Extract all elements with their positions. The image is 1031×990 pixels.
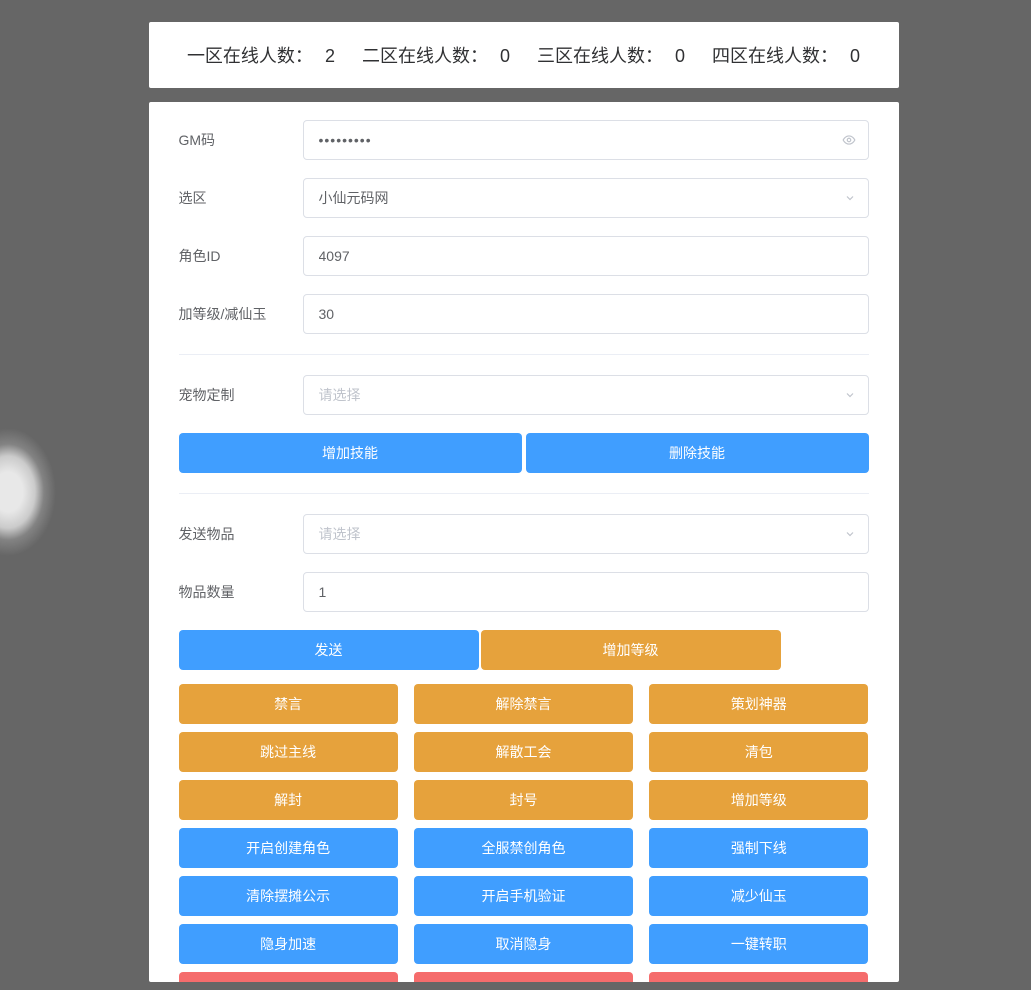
zone3-count: 0 <box>675 46 685 66</box>
gm-code-input[interactable] <box>303 120 869 160</box>
danger-button-1[interactable] <box>179 972 398 982</box>
role-id-label: 角色ID <box>179 246 303 266</box>
add-skill-button[interactable]: 增加技能 <box>179 433 522 473</box>
enable-create-role-button[interactable]: 开启创建角色 <box>179 828 398 868</box>
enable-phone-verify-button[interactable]: 开启手机验证 <box>414 876 633 916</box>
send-button[interactable]: 发送 <box>179 630 479 670</box>
level-input[interactable] <box>303 294 869 334</box>
planner-tool-button[interactable]: 策划神器 <box>649 684 868 724</box>
clear-bag-button[interactable]: 清包 <box>649 732 868 772</box>
zone4-count: 0 <box>850 46 860 66</box>
send-item-select[interactable]: 请选择 <box>303 514 869 554</box>
header-stats: 一区在线人数： 2 二区在线人数： 0 三区在线人数： 0 四区在线人数： 0 <box>149 22 899 88</box>
gm-code-label: GM码 <box>179 130 303 150</box>
danger-button-3[interactable] <box>649 972 868 982</box>
zone-select-value: 小仙元码网 <box>319 188 389 208</box>
zone-label: 选区 <box>179 188 303 208</box>
chevron-down-icon <box>844 192 856 204</box>
one-key-job-change-button[interactable]: 一键转职 <box>649 924 868 964</box>
danger-button-2[interactable] <box>414 972 633 982</box>
cancel-stealth-button[interactable]: 取消隐身 <box>414 924 633 964</box>
item-count-input[interactable] <box>303 572 869 612</box>
zone1-label: 一区在线人数： <box>187 46 313 66</box>
item-count-label: 物品数量 <box>179 582 303 602</box>
level-label: 加等级/减仙玉 <box>179 304 303 324</box>
force-offline-button[interactable]: 强制下线 <box>649 828 868 868</box>
send-item-label: 发送物品 <box>179 524 303 544</box>
zone-select[interactable]: 小仙元码网 <box>303 178 869 218</box>
zone3-label: 三区在线人数： <box>537 46 663 66</box>
pet-custom-select[interactable]: 请选择 <box>303 375 869 415</box>
send-item-placeholder: 请选择 <box>319 524 361 544</box>
zone2-count: 0 <box>500 46 510 66</box>
zone4-label: 四区在线人数： <box>712 46 838 66</box>
unmute-button[interactable]: 解除禁言 <box>414 684 633 724</box>
chevron-down-icon <box>844 528 856 540</box>
ban-button[interactable]: 封号 <box>414 780 633 820</box>
pet-custom-label: 宠物定制 <box>179 385 303 405</box>
disband-guild-button[interactable]: 解散工会 <box>414 732 633 772</box>
zone2-label: 二区在线人数： <box>362 46 488 66</box>
eye-icon[interactable] <box>841 133 857 147</box>
clear-stall-notice-button[interactable]: 清除摆摊公示 <box>179 876 398 916</box>
zone1-count: 2 <box>325 46 335 66</box>
divider <box>179 493 869 494</box>
delete-skill-button[interactable]: 删除技能 <box>526 433 869 473</box>
divider <box>179 354 869 355</box>
add-level-button-top[interactable]: 增加等级 <box>481 630 781 670</box>
reduce-xianyu-button[interactable]: 减少仙玉 <box>649 876 868 916</box>
role-id-input[interactable] <box>303 236 869 276</box>
stealth-speed-button[interactable]: 隐身加速 <box>179 924 398 964</box>
pet-custom-placeholder: 请选择 <box>319 385 361 405</box>
add-level-button[interactable]: 增加等级 <box>649 780 868 820</box>
disable-create-role-button[interactable]: 全服禁创角色 <box>414 828 633 868</box>
mute-button[interactable]: 禁言 <box>179 684 398 724</box>
skip-mainline-button[interactable]: 跳过主线 <box>179 732 398 772</box>
unban-button[interactable]: 解封 <box>179 780 398 820</box>
chevron-down-icon <box>844 389 856 401</box>
